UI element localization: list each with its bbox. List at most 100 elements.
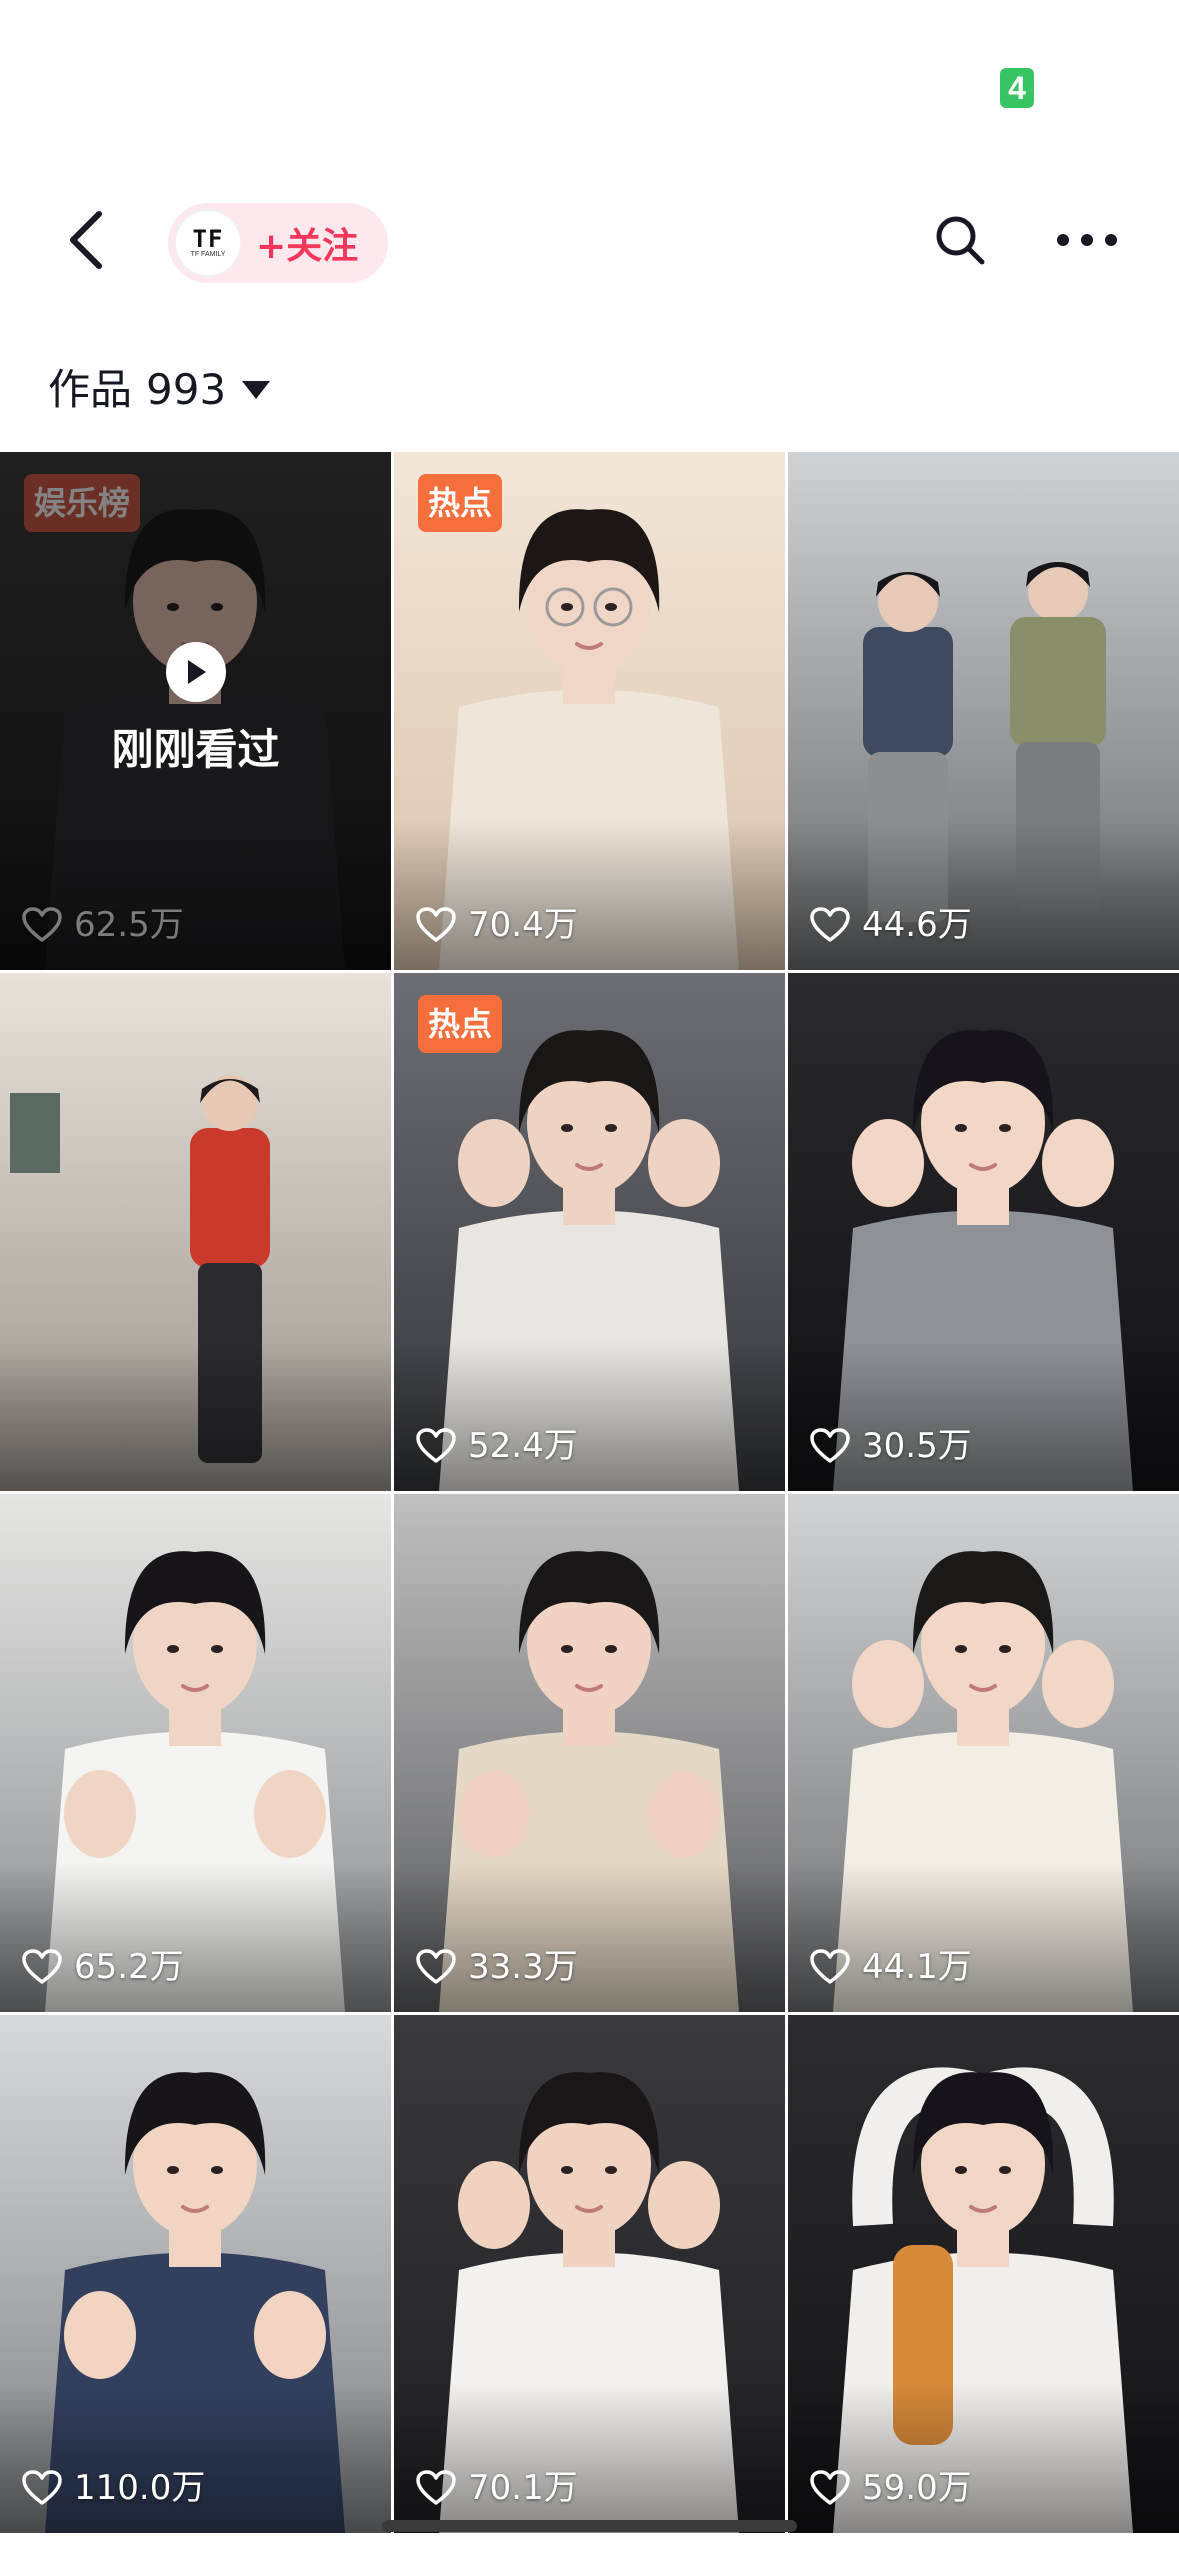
caret-down-icon — [242, 381, 271, 399]
follow-label: +关注 — [256, 226, 359, 267]
like-count-row: 52.4万 — [416, 1421, 578, 1471]
like-count: 52.4万 — [468, 1426, 578, 1466]
tile-shade — [0, 1341, 391, 1491]
account-avatar[interactable]: TF TF FAMILY — [174, 209, 242, 277]
recently-viewed-label: 刚刚看过 — [111, 725, 280, 774]
like-count: 110.0万 — [74, 2468, 206, 2508]
video-tile[interactable]: 110.0万 — [0, 2015, 391, 2533]
heart-outline-icon — [810, 1949, 850, 1984]
heart-outline-icon — [416, 907, 456, 942]
heart-outline-icon — [810, 907, 850, 942]
like-count-row: 30.5万 — [810, 1421, 972, 1471]
heart-outline-icon — [810, 1428, 850, 1463]
wall-panel — [10, 1093, 60, 1173]
like-count-row: 62.5万 — [22, 900, 184, 950]
trending-tag-badge: 热点 — [418, 474, 503, 532]
heart-outline-icon — [416, 2470, 456, 2505]
hand-shape — [458, 2161, 530, 2249]
avatar-subtext: TF FAMILY — [190, 250, 226, 258]
heart-outline-icon — [416, 1949, 456, 1984]
like-count: 44.6万 — [862, 905, 972, 945]
works-label: 作品 — [48, 365, 133, 414]
like-count: 44.1万 — [862, 1947, 972, 1987]
hand-shape — [64, 1770, 136, 1858]
jacket-shape — [190, 1128, 270, 1268]
eye-shape — [211, 1645, 223, 1653]
video-tile[interactable]: 刚刚看过 娱乐榜 62.5万 — [0, 452, 391, 970]
video-tile[interactable]: 59.0万 — [788, 2015, 1179, 2533]
status-bar: 4 — [0, 0, 1179, 170]
battery-indicator: 4 — [1000, 68, 1034, 108]
video-tile[interactable]: 33.3万 — [394, 1494, 785, 2012]
eye-shape — [955, 1124, 967, 1132]
more-dots-icon — [1057, 234, 1117, 246]
play-icon — [166, 642, 226, 702]
works-filter[interactable]: 作品 993 — [48, 358, 271, 422]
video-tile[interactable]: 65.2万 — [0, 1494, 391, 2012]
eye-shape — [561, 2166, 573, 2174]
more-button[interactable] — [1050, 205, 1124, 275]
hand-shape — [64, 2291, 136, 2379]
eye-shape — [605, 2166, 617, 2174]
video-tile[interactable]: 44.1万 — [788, 1494, 1179, 2012]
heart-outline-icon — [810, 2470, 850, 2505]
works-count: 993 — [146, 365, 227, 414]
heart-outline-icon — [22, 1949, 62, 1984]
video-tile[interactable]: 热点 52.4万 — [394, 973, 785, 1491]
back-button[interactable] — [50, 205, 120, 275]
eye-shape — [167, 2166, 179, 2174]
hand-shape — [648, 1770, 720, 1858]
eye-shape — [999, 2166, 1011, 2174]
video-tile[interactable]: 70.1万 — [394, 2015, 785, 2533]
eye-shape — [167, 1645, 179, 1653]
eye-shape — [955, 1645, 967, 1653]
heart-outline-icon — [22, 2470, 62, 2505]
hand-shape — [254, 1770, 326, 1858]
jacket-shape — [863, 627, 953, 757]
like-count: 70.4万 — [468, 905, 578, 945]
like-count-row: 59.0万 — [810, 2463, 972, 2513]
eye-shape — [561, 1124, 573, 1132]
eye-shape — [211, 2166, 223, 2174]
like-count: 70.1万 — [468, 2468, 578, 2508]
hand-shape — [458, 1119, 530, 1207]
hand-shape — [852, 1640, 924, 1728]
like-count: 59.0万 — [862, 2468, 972, 2508]
video-tile[interactable]: 热点 70.4万 — [394, 452, 785, 970]
like-count-row: 70.1万 — [416, 2463, 578, 2513]
like-count: 62.5万 — [74, 905, 184, 945]
video-grid: 刚刚看过 娱乐榜 62.5万 热点 70.4万 44.6万 热点 52.4万 30.5万 65.2… — [0, 452, 1179, 2556]
video-tile[interactable]: 44.6万 — [788, 452, 1179, 970]
like-count: 33.3万 — [468, 1947, 578, 1987]
profile-header: TF TF FAMILY +关注 — [0, 185, 1179, 300]
eye-shape — [999, 1645, 1011, 1653]
jacket-shape — [1010, 617, 1106, 747]
home-indicator — [382, 2520, 797, 2532]
hand-shape — [1042, 1640, 1114, 1728]
like-count: 65.2万 — [74, 1947, 184, 1987]
hand-shape — [458, 1770, 530, 1858]
heart-outline-icon — [22, 907, 62, 942]
eye-shape — [605, 1645, 617, 1653]
eye-shape — [605, 1124, 617, 1132]
trending-tag-badge: 娱乐榜 — [24, 474, 141, 532]
search-button[interactable] — [925, 205, 995, 275]
chevron-left-icon — [70, 211, 102, 269]
video-tile[interactable] — [0, 973, 391, 1491]
follow-button[interactable]: TF TF FAMILY +关注 — [168, 203, 388, 283]
heart-outline-icon — [416, 1428, 456, 1463]
like-count: 30.5万 — [862, 1426, 972, 1466]
search-icon — [936, 216, 985, 265]
eye-shape — [999, 1124, 1011, 1132]
profile-works-page: 4 TF TF FAMILY +关注 作品 993 刚刚看过 娱乐榜 62.5万… — [0, 0, 1179, 2556]
hand-shape — [852, 1119, 924, 1207]
video-tile[interactable]: 30.5万 — [788, 973, 1179, 1491]
hand-shape — [254, 2291, 326, 2379]
like-count-row: 110.0万 — [22, 2463, 205, 2513]
eye-shape — [561, 1645, 573, 1653]
eye-shape — [605, 603, 617, 611]
eye-shape — [955, 2166, 967, 2174]
hand-shape — [1042, 1119, 1114, 1207]
eye-shape — [561, 603, 573, 611]
like-count-row: 44.1万 — [810, 1942, 972, 1992]
